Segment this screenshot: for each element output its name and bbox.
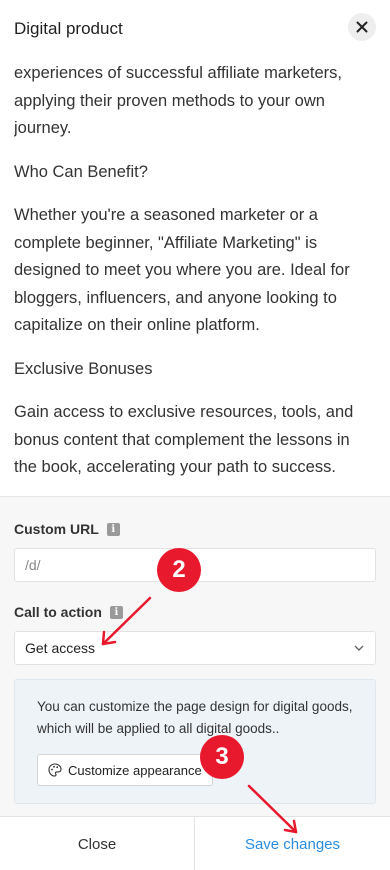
info-icon[interactable]: i xyxy=(106,522,120,536)
annotation-badge-2: 2 xyxy=(157,548,201,592)
description-heading: Exclusive Bonuses xyxy=(14,359,153,378)
design-info-text: You can customize the page design for di… xyxy=(37,699,353,736)
annotation-badge-3: 3 xyxy=(200,735,244,779)
settings-panel: Custom URL i /d/ Call to action i Get ac… xyxy=(0,496,390,816)
save-changes-button[interactable]: Save changes xyxy=(195,817,390,870)
dialog-footer: Close Save changes xyxy=(0,816,390,870)
dialog-title: Digital product xyxy=(14,19,123,38)
close-icon xyxy=(356,21,368,33)
scrollbar[interactable] xyxy=(376,58,380,496)
palette-icon xyxy=(48,763,62,777)
chevron-down-icon xyxy=(354,645,364,651)
description-heading: Who Can Benefit? xyxy=(14,162,148,181)
close-button[interactable]: Close xyxy=(0,817,195,870)
customize-appearance-button[interactable]: Customize appearance xyxy=(37,754,213,786)
info-icon[interactable]: i xyxy=(109,605,123,619)
description-paragraph: Whether you're a seasoned marketer or a … xyxy=(14,206,350,334)
call-to-action-value: Get access xyxy=(25,640,96,656)
design-info-box: You can customize the page design for di… xyxy=(14,679,376,804)
custom-url-label: Custom URL i xyxy=(14,521,120,537)
customize-appearance-label: Customize appearance xyxy=(68,762,202,778)
dialog-header: Digital product xyxy=(0,0,390,58)
description-paragraph: experiences of successful affiliate mark… xyxy=(14,64,343,137)
description-paragraph: Gain access to exclusive resources, tool… xyxy=(14,403,354,476)
call-to-action-select[interactable]: Get access xyxy=(14,631,376,665)
product-description: experiences of successful affiliate mark… xyxy=(14,58,370,496)
call-to-action-label: Call to action i xyxy=(14,604,123,620)
close-dialog-button[interactable] xyxy=(348,13,376,41)
